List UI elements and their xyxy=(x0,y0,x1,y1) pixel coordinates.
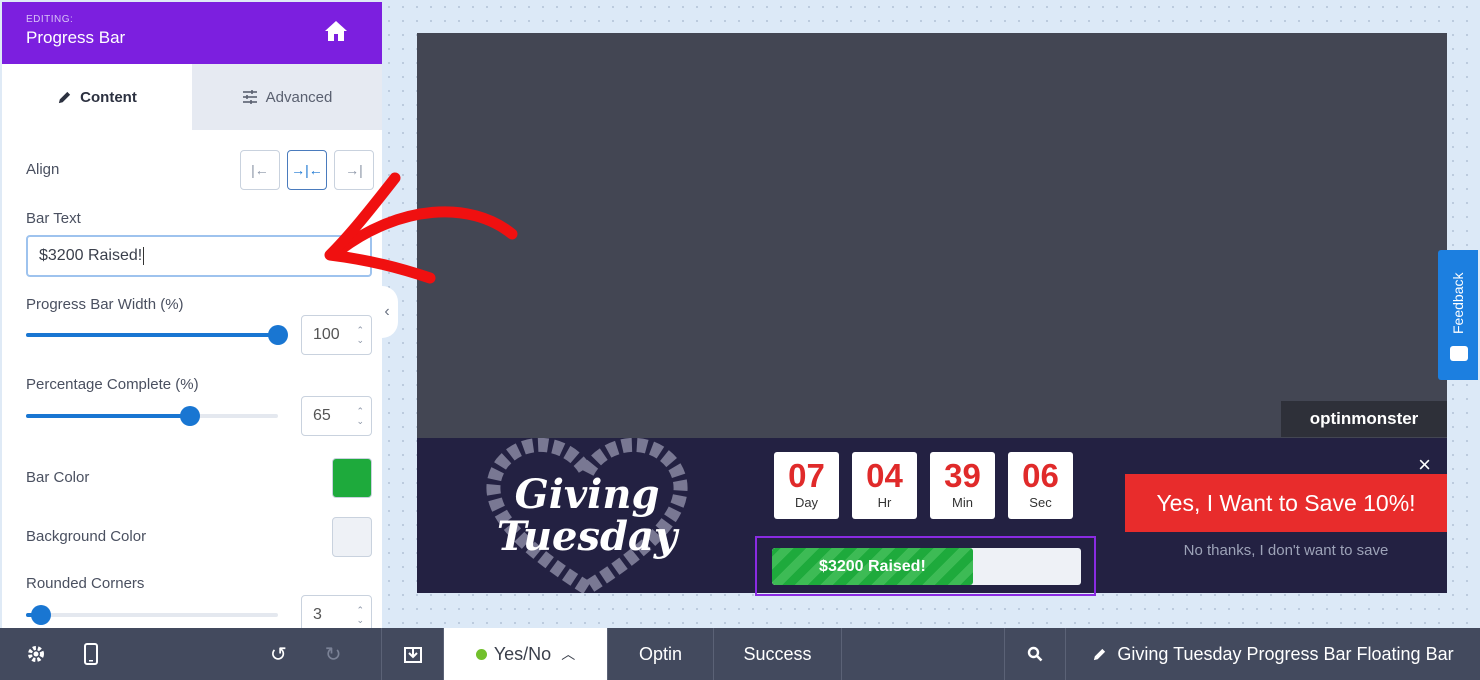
countdown-timer: 07 Day 04 Hr 39 Min 06 Sec xyxy=(774,452,1073,519)
countdown-unit: Day xyxy=(794,495,819,510)
tab-content-label: Content xyxy=(80,88,137,106)
percent-complete-value: 65 xyxy=(313,407,331,424)
stepper-icon[interactable]: ⌃ ⌄ xyxy=(356,325,364,345)
countdown-days: 07 Day xyxy=(774,452,839,519)
feedback-tab[interactable]: Feedback xyxy=(1438,250,1478,380)
chevron-up-icon: ︿ xyxy=(561,646,576,662)
editing-eyebrow: EDITING: xyxy=(26,14,74,25)
optinmonster-badge[interactable]: optinmonster xyxy=(1281,401,1447,437)
countdown-unit: Hr xyxy=(877,495,892,510)
progress-bar-track: $3200 Raised! xyxy=(772,548,1081,585)
progress-bar-fill: $3200 Raised! xyxy=(772,548,973,585)
view-tab-success[interactable]: Success xyxy=(714,628,842,680)
smiley-icon xyxy=(1450,346,1468,361)
feedback-label: Feedback xyxy=(1450,272,1466,334)
align-buttons: |← →|← →| xyxy=(240,150,374,190)
align-right-icon: →| xyxy=(345,162,363,178)
toolbar-spacer xyxy=(842,628,1005,680)
countdown-value: 07 xyxy=(788,457,825,494)
status-dot xyxy=(475,648,487,660)
slider-fill xyxy=(26,333,278,337)
view-label: Yes/No xyxy=(493,643,552,664)
decline-link[interactable]: No thanks, I don't want to save xyxy=(1125,542,1447,559)
chevron-left-icon: ‹ xyxy=(384,303,390,320)
bar-width-label: Progress Bar Width (%) xyxy=(26,296,184,313)
countdown-value: 04 xyxy=(866,457,903,494)
rounded-corners-input[interactable]: 3 ⌃ ⌄ xyxy=(301,595,372,628)
toolbar-left: ↺ ↻ xyxy=(0,628,382,680)
campaign-title: Giving Tuesday Progress Bar Floating Bar xyxy=(1117,643,1454,664)
view-label: Optin xyxy=(638,643,683,664)
align-right-button[interactable]: →| xyxy=(334,150,374,190)
countdown-hours: 04 Hr xyxy=(852,452,917,519)
slider-thumb[interactable] xyxy=(268,325,288,345)
view-tab-optin[interactable]: Optin xyxy=(608,628,714,680)
save-template-button[interactable] xyxy=(382,628,444,680)
bar-width-value: 100 xyxy=(313,326,340,343)
countdown-unit: Sec xyxy=(1029,495,1052,510)
rounded-corners-label: Rounded Corners xyxy=(26,575,145,592)
bar-width-input[interactable]: 100 ⌃ ⌄ xyxy=(301,315,372,355)
tab-advanced-label: Advanced xyxy=(265,88,333,106)
rounded-corners-value: 3 xyxy=(313,606,322,623)
panel-tabs: Content Advanced xyxy=(2,64,382,130)
countdown-value: 39 xyxy=(944,457,981,494)
tab-advanced[interactable]: Advanced xyxy=(192,64,382,130)
giving-tuesday-heart-art: Giving Tuesday xyxy=(486,438,688,593)
pencil-icon xyxy=(1094,648,1106,660)
mobile-icon[interactable] xyxy=(84,643,98,665)
bg-color-label: Background Color xyxy=(26,528,147,545)
percent-complete-input[interactable]: 65 ⌃ ⌄ xyxy=(301,396,372,436)
panel-header: EDITING: Progress Bar xyxy=(2,2,382,64)
align-center-button[interactable]: →|← xyxy=(287,150,327,190)
undo-icon[interactable]: ↺ xyxy=(270,642,287,667)
gear-icon[interactable] xyxy=(26,644,46,664)
campaign-preview: optinmonster Giving Tuesday 07 Day 04 Hr 3… xyxy=(417,33,1447,596)
stepper-icon[interactable]: ⌃ ⌄ xyxy=(356,406,364,426)
align-left-button[interactable]: |← xyxy=(240,150,280,190)
align-center-icon: →|← xyxy=(291,162,323,178)
download-box-icon xyxy=(403,647,422,663)
countdown-minutes: 39 Min xyxy=(930,452,995,519)
home-icon[interactable] xyxy=(324,20,348,42)
settings-panel: EDITING: Progress Bar Content Advanced A… xyxy=(2,2,382,628)
stepper-icon[interactable]: ⌃ ⌄ xyxy=(356,605,364,625)
view-label: Success xyxy=(743,643,812,664)
redo-icon[interactable]: ↻ xyxy=(325,642,342,667)
bar-width-slider[interactable] xyxy=(26,325,288,345)
collapse-panel-button[interactable]: ‹ xyxy=(376,286,398,338)
view-tab-yesno[interactable]: Yes/No ︿ xyxy=(444,628,608,680)
search-icon xyxy=(1027,646,1043,662)
art-line-2: Tuesday xyxy=(497,513,680,560)
tab-content[interactable]: Content xyxy=(2,64,192,130)
pencil-icon xyxy=(59,91,71,103)
slider-thumb[interactable] xyxy=(179,406,200,426)
panel-title: Progress Bar xyxy=(26,28,126,47)
countdown-unit: Min xyxy=(952,495,973,510)
align-left-icon: |← xyxy=(251,162,269,178)
bar-color-swatch[interactable] xyxy=(332,458,372,498)
bar-color-label: Bar Color xyxy=(26,469,90,486)
bar-text-input[interactable]: $3200 Raised! xyxy=(26,235,372,277)
rounded-corners-slider[interactable] xyxy=(26,605,278,625)
percent-complete-label: Percentage Complete (%) xyxy=(26,376,199,393)
sliders-icon xyxy=(242,90,257,104)
search-button[interactable] xyxy=(1005,628,1066,680)
cta-button[interactable]: Yes, I Want to Save 10%! xyxy=(1125,474,1447,532)
slider-thumb[interactable] xyxy=(31,605,52,625)
percent-complete-slider[interactable] xyxy=(26,406,278,426)
bottom-toolbar: ↺ ↻ Yes/No ︿ Optin Success Giving Tuesday… xyxy=(0,628,1480,680)
bar-text-value: $3200 Raised! xyxy=(39,247,143,264)
countdown-seconds: 06 Sec xyxy=(1008,452,1073,519)
bg-color-swatch[interactable] xyxy=(332,517,372,557)
text-cursor xyxy=(143,247,145,265)
progress-bar-block[interactable]: $3200 Raised! xyxy=(755,536,1096,596)
slider-fill xyxy=(26,414,190,418)
bar-text-label: Bar Text xyxy=(26,210,81,227)
campaign-title-button[interactable]: Giving Tuesday Progress Bar Floating Bar xyxy=(1066,628,1480,680)
art-line-1: Giving xyxy=(515,471,660,518)
floating-bar: Giving Tuesday 07 Day 04 Hr 39 Min 06 Sec $3… xyxy=(417,438,1447,596)
countdown-value: 06 xyxy=(1022,457,1059,494)
